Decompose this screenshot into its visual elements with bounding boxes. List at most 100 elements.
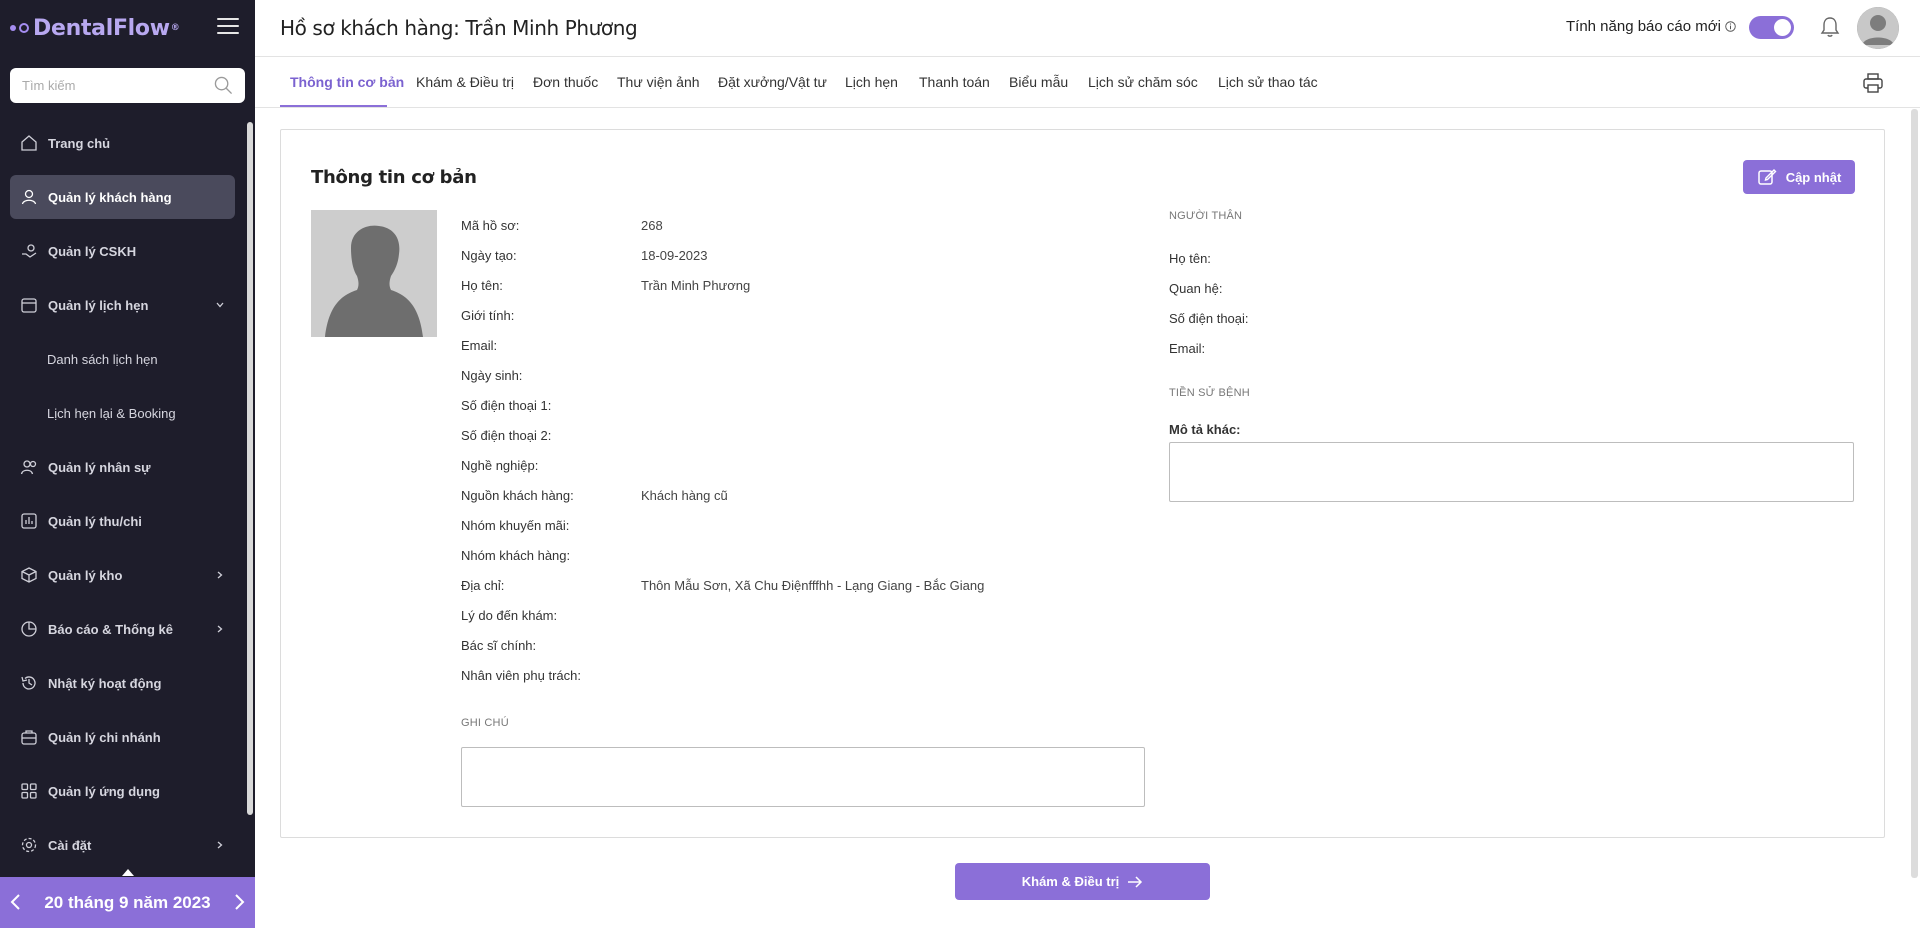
chevron-right-icon bbox=[215, 568, 225, 583]
sidebar-item-2[interactable]: Quản lý CSKH bbox=[10, 229, 235, 273]
note-section-label: GHI CHÚ bbox=[461, 717, 509, 729]
info-row: Mã hồ sơ: 268 bbox=[461, 210, 1061, 240]
search-input[interactable] bbox=[22, 78, 202, 93]
sidebar-item-label: Trang chủ bbox=[48, 135, 111, 151]
prev-date-icon[interactable] bbox=[6, 892, 26, 912]
info-label: Nhóm khách hàng: bbox=[461, 547, 571, 563]
info-row: Nguồn khách hàng: Khách hàng cũ bbox=[461, 480, 1061, 510]
sidebar-item-10[interactable]: Nhật ký hoạt động bbox=[10, 661, 235, 705]
settings-icon bbox=[20, 836, 38, 854]
sidebar-item-label: Quản lý ứng dụng bbox=[48, 783, 160, 799]
tab-5[interactable]: Lịch hẹn bbox=[845, 74, 898, 90]
sidebar-item-3[interactable]: Quản lý lịch hẹn bbox=[10, 283, 235, 327]
info-icon[interactable] bbox=[1725, 21, 1736, 32]
tab-7[interactable]: Biểu mẫu bbox=[1009, 74, 1068, 90]
chart-icon bbox=[20, 620, 38, 638]
info-label: Email: bbox=[461, 337, 498, 353]
other-description-label: Mô tả khác: bbox=[1169, 422, 1241, 437]
sidebar-item-8[interactable]: Quản lý kho bbox=[10, 553, 235, 597]
sidebar-item-label: Quản lý kho bbox=[48, 567, 123, 583]
info-label: Lý do đến khám: bbox=[461, 607, 558, 623]
sidebar-item-12[interactable]: Quản lý ứng dụng bbox=[10, 769, 235, 813]
sidebar-item-7[interactable]: Quản lý thu/chi bbox=[10, 499, 235, 543]
brand-registered-mark: ® bbox=[170, 23, 180, 33]
info-label: Mã hồ sơ: bbox=[461, 217, 520, 233]
arrow-right-icon bbox=[1128, 875, 1143, 888]
active-tab-indicator bbox=[280, 105, 387, 107]
relative-name-label: Họ tên: bbox=[1169, 251, 1211, 266]
apps-icon bbox=[20, 782, 38, 800]
sidebar-item-4[interactable]: Danh sách lịch hẹn bbox=[10, 337, 235, 381]
tab-3[interactable]: Thư viện ảnh bbox=[617, 74, 700, 90]
expand-up-icon[interactable] bbox=[122, 869, 134, 876]
info-label: Ngày tạo: bbox=[461, 247, 517, 263]
search-icon[interactable] bbox=[214, 76, 233, 100]
tab-6[interactable]: Thanh toán bbox=[919, 74, 990, 90]
info-label: Số điện thoại 2: bbox=[461, 427, 552, 443]
home-icon bbox=[20, 134, 38, 152]
tab-1[interactable]: Khám & Điều trị bbox=[416, 74, 514, 90]
update-button-label: Cập nhật bbox=[1785, 169, 1842, 185]
info-row: Ngày sinh: bbox=[461, 360, 1061, 390]
sidebar-item-label: Nhật ký hoạt động bbox=[48, 675, 162, 691]
next-date-icon[interactable] bbox=[229, 892, 249, 912]
users-icon bbox=[20, 458, 38, 476]
sidebar-item-label: Lịch hẹn lại & Booking bbox=[47, 405, 176, 421]
tab-8[interactable]: Lịch sử chăm sóc bbox=[1088, 74, 1198, 90]
customer-info-list: Mã hồ sơ: 268 Ngày tạo: 18-09-2023 Họ tên: Tr… bbox=[461, 210, 1061, 690]
brand-logo[interactable]: DentalFlow ® bbox=[10, 16, 180, 41]
info-label: Nhân viên phụ trách: bbox=[461, 667, 581, 683]
bell-icon[interactable] bbox=[1820, 16, 1840, 43]
sidebar-search bbox=[10, 68, 245, 103]
note-field[interactable] bbox=[461, 747, 1145, 807]
sidebar-item-label: Quản lý CSKH bbox=[48, 243, 137, 259]
tab-2[interactable]: Đơn thuốc bbox=[533, 74, 598, 90]
card-title: Thông tin cơ bản bbox=[311, 167, 477, 188]
info-row: Ngày tạo: 18-09-2023 bbox=[461, 240, 1061, 270]
sidebar-item-13[interactable]: Cài đặt bbox=[10, 823, 235, 867]
sidebar-item-label: Danh sách lịch hẹn bbox=[47, 351, 158, 367]
sidebar-item-0[interactable]: Trang chủ bbox=[10, 121, 235, 165]
info-label: Địa chỉ: bbox=[461, 577, 505, 593]
info-row: Nhóm khuyến mãi: bbox=[461, 510, 1061, 540]
info-row: Họ tên: Trần Minh Phương bbox=[461, 270, 1061, 300]
sidebar-item-5[interactable]: Lịch hẹn lại & Booking bbox=[10, 391, 235, 435]
tab-4[interactable]: Đặt xưởng/Vật tư bbox=[718, 74, 827, 90]
sidebar-item-6[interactable]: Quản lý nhân sự bbox=[10, 445, 235, 489]
exam-treatment-button[interactable]: Khám & Điều trị bbox=[955, 863, 1210, 900]
new-report-toggle[interactable] bbox=[1749, 16, 1794, 39]
menu-toggle-icon[interactable] bbox=[217, 18, 239, 36]
info-row: Số điện thoại 1: bbox=[461, 390, 1061, 420]
info-label: Bác sĩ chính: bbox=[461, 637, 537, 653]
print-icon[interactable] bbox=[1862, 72, 1884, 99]
user-avatar[interactable] bbox=[1857, 7, 1899, 49]
sidebar: DentalFlow® Trang chủ Quản lý khách hàng Q… bbox=[0, 0, 255, 928]
info-row: Số điện thoại 2: bbox=[461, 420, 1061, 450]
tab-9[interactable]: Lịch sử thao tác bbox=[1218, 74, 1318, 90]
edit-icon bbox=[1757, 169, 1777, 185]
info-label: Họ tên: bbox=[461, 277, 503, 293]
main-scrollbar[interactable] bbox=[1911, 109, 1918, 878]
sidebar-item-label: Cài đặt bbox=[48, 837, 92, 853]
logo-mark-icon bbox=[10, 23, 29, 33]
exam-treatment-button-label: Khám & Điều trị bbox=[1021, 874, 1120, 889]
other-description-field[interactable] bbox=[1169, 442, 1854, 502]
info-row: Lý do đến khám: bbox=[461, 600, 1061, 630]
info-row: Nhóm khách hàng: bbox=[461, 540, 1061, 570]
sidebar-item-9[interactable]: Báo cáo & Thống kê bbox=[10, 607, 235, 651]
medical-history-section-label: TIỀN SỬ BỆNH bbox=[1169, 387, 1250, 399]
relative-email-label: Email: bbox=[1169, 341, 1206, 356]
chevron-down-icon bbox=[215, 298, 225, 313]
sidebar-item-11[interactable]: Quản lý chi nhánh bbox=[10, 715, 235, 759]
info-row: Nhân viên phụ trách: bbox=[461, 660, 1061, 690]
basic-info-card: Thông tin cơ bản Cập nhật Mã hồ sơ: 268 Ng… bbox=[280, 129, 1885, 838]
tab-0[interactable]: Thông tin cơ bản bbox=[290, 74, 404, 90]
box-icon bbox=[20, 566, 38, 584]
sidebar-item-label: Quản lý chi nhánh bbox=[48, 729, 161, 745]
profile-tabs: Thông tin cơ bản Khám & Điều trị Đơn thuốc… bbox=[255, 58, 1920, 108]
update-button[interactable]: Cập nhật bbox=[1743, 160, 1855, 194]
info-row: Giới tính: bbox=[461, 300, 1061, 330]
sidebar-item-1[interactable]: Quản lý khách hàng bbox=[10, 175, 235, 219]
sidebar-item-label: Báo cáo & Thống kê bbox=[48, 621, 173, 637]
sidebar-scrollbar[interactable] bbox=[247, 122, 253, 815]
